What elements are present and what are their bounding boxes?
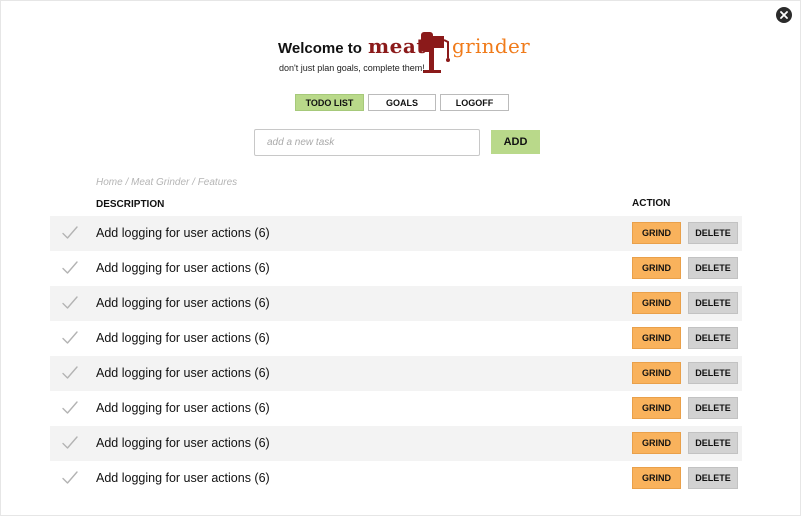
grind-button[interactable]: GRIND bbox=[632, 397, 681, 419]
column-header-action: ACTION bbox=[632, 198, 671, 209]
grind-button[interactable]: GRIND bbox=[632, 292, 681, 314]
delete-button[interactable]: DELETE bbox=[688, 467, 738, 489]
grind-button[interactable]: GRIND bbox=[632, 432, 681, 454]
new-task-input[interactable] bbox=[254, 129, 480, 156]
check-icon[interactable] bbox=[61, 400, 79, 416]
column-header-description: DESCRIPTION bbox=[96, 199, 165, 210]
check-icon[interactable] bbox=[61, 295, 79, 311]
delete-button[interactable]: DELETE bbox=[688, 257, 738, 279]
check-icon[interactable] bbox=[61, 260, 79, 276]
main-nav: TODO LIST GOALS LOGOFF bbox=[295, 94, 509, 111]
table-row: Add logging for user actions (6) GRIND D… bbox=[50, 321, 742, 356]
task-description: Add logging for user actions (6) bbox=[96, 471, 270, 485]
tagline: don't just plan goals, complete them! bbox=[279, 63, 425, 73]
table-row: Add logging for user actions (6) GRIND D… bbox=[50, 391, 742, 426]
grind-button[interactable]: GRIND bbox=[632, 362, 681, 384]
app-header: Welcome to meat grinder don't just plan … bbox=[278, 30, 548, 80]
add-task-button[interactable]: ADD bbox=[491, 130, 540, 154]
table-row: Add logging for user actions (6) GRIND D… bbox=[50, 426, 742, 461]
tab-goals[interactable]: GOALS bbox=[368, 94, 436, 111]
task-description: Add logging for user actions (6) bbox=[96, 296, 270, 310]
check-icon[interactable] bbox=[61, 365, 79, 381]
breadcrumb: Home / Meat Grinder / Features bbox=[96, 177, 238, 188]
task-description: Add logging for user actions (6) bbox=[96, 366, 270, 380]
logoff-button[interactable]: LOGOFF bbox=[440, 94, 509, 111]
tab-todo-list[interactable]: TODO LIST bbox=[295, 94, 364, 111]
delete-button[interactable]: DELETE bbox=[688, 222, 738, 244]
task-description: Add logging for user actions (6) bbox=[96, 331, 270, 345]
task-table: Add logging for user actions (6) GRIND D… bbox=[50, 216, 742, 496]
check-icon[interactable] bbox=[61, 330, 79, 346]
table-row: Add logging for user actions (6) GRIND D… bbox=[50, 216, 742, 251]
grind-button[interactable]: GRIND bbox=[632, 327, 681, 349]
table-row: Add logging for user actions (6) GRIND D… bbox=[50, 356, 742, 391]
close-icon bbox=[780, 11, 788, 19]
table-row: Add logging for user actions (6) GRIND D… bbox=[50, 461, 742, 496]
task-description: Add logging for user actions (6) bbox=[96, 401, 270, 415]
task-description: Add logging for user actions (6) bbox=[96, 261, 270, 275]
delete-button[interactable]: DELETE bbox=[688, 292, 738, 314]
table-row: Add logging for user actions (6) GRIND D… bbox=[50, 251, 742, 286]
grind-button[interactable]: GRIND bbox=[632, 257, 681, 279]
brand-grinder: grinder bbox=[452, 34, 530, 58]
grind-button[interactable]: GRIND bbox=[632, 222, 681, 244]
task-description: Add logging for user actions (6) bbox=[96, 436, 270, 450]
task-description: Add logging for user actions (6) bbox=[96, 226, 270, 240]
grind-button[interactable]: GRIND bbox=[632, 467, 681, 489]
check-icon[interactable] bbox=[61, 470, 79, 486]
delete-button[interactable]: DELETE bbox=[688, 362, 738, 384]
delete-button[interactable]: DELETE bbox=[688, 327, 738, 349]
check-icon[interactable] bbox=[61, 435, 79, 451]
delete-button[interactable]: DELETE bbox=[688, 432, 738, 454]
table-row: Add logging for user actions (6) GRIND D… bbox=[50, 286, 742, 321]
check-icon[interactable] bbox=[61, 225, 79, 241]
close-button[interactable] bbox=[776, 7, 792, 23]
welcome-text: Welcome to bbox=[278, 40, 362, 57]
delete-button[interactable]: DELETE bbox=[688, 397, 738, 419]
